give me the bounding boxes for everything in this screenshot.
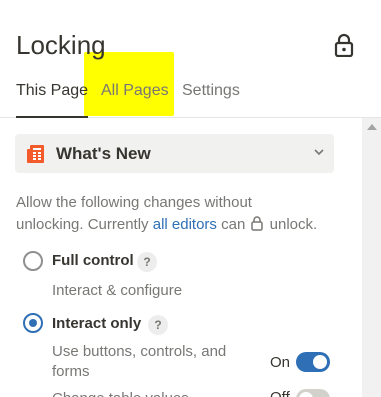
description-suffix: unlock. <box>265 216 318 233</box>
interact-only-help-icon[interactable]: ? <box>148 315 168 335</box>
description-line-1: Allow the following changes without <box>16 194 252 211</box>
toggle-knob <box>313 355 327 369</box>
permission-use-controls-state: On <box>270 354 291 371</box>
tab-bar: This Page All Pages Settings <box>0 72 381 118</box>
small-lock-icon <box>251 216 264 231</box>
full-control-description: Interact & configure <box>52 282 183 299</box>
permission-use-controls-label: Use buttons, controls, and forms <box>52 343 227 380</box>
toggle-knob <box>299 392 313 397</box>
permission-table-values-toggle[interactable] <box>296 389 330 397</box>
all-editors-link[interactable]: all editors <box>153 216 217 233</box>
interact-only-label[interactable]: Interact only <box>52 315 141 332</box>
description-line-2: unlocking. Currently all editors can unl… <box>16 214 356 236</box>
full-control-help-icon[interactable]: ? <box>137 252 157 272</box>
chevron-down-icon <box>314 149 324 156</box>
tab-this-page[interactable]: This Page <box>16 82 89 118</box>
description-prefix: unlocking. Currently <box>16 216 153 233</box>
scroll-up-arrow-icon[interactable] <box>367 124 377 130</box>
interact-only-radio[interactable] <box>23 313 43 333</box>
tab-all-pages[interactable]: All Pages <box>101 82 169 118</box>
scrollbar[interactable] <box>362 118 381 397</box>
permission-table-values-state: Off <box>270 389 290 397</box>
permission-use-controls-toggle[interactable] <box>296 352 330 372</box>
tab-settings[interactable]: Settings <box>182 82 240 118</box>
full-control-radio[interactable] <box>23 251 43 271</box>
newspaper-icon <box>27 144 44 163</box>
permission-table-values-label: Change table values <box>52 389 252 397</box>
page-selector[interactable]: What's New <box>15 134 334 173</box>
lock-button[interactable] <box>333 33 355 57</box>
panel-title: Locking <box>16 30 106 60</box>
locking-panel: Locking This Page All Pages Settings Wha… <box>0 0 381 397</box>
padlock-icon <box>334 33 354 57</box>
description-mid: can <box>216 216 250 233</box>
full-control-label[interactable]: Full control <box>52 252 134 269</box>
page-selector-label: What's New <box>56 143 151 163</box>
lock-description: Allow the following changes without unlo… <box>16 192 356 236</box>
